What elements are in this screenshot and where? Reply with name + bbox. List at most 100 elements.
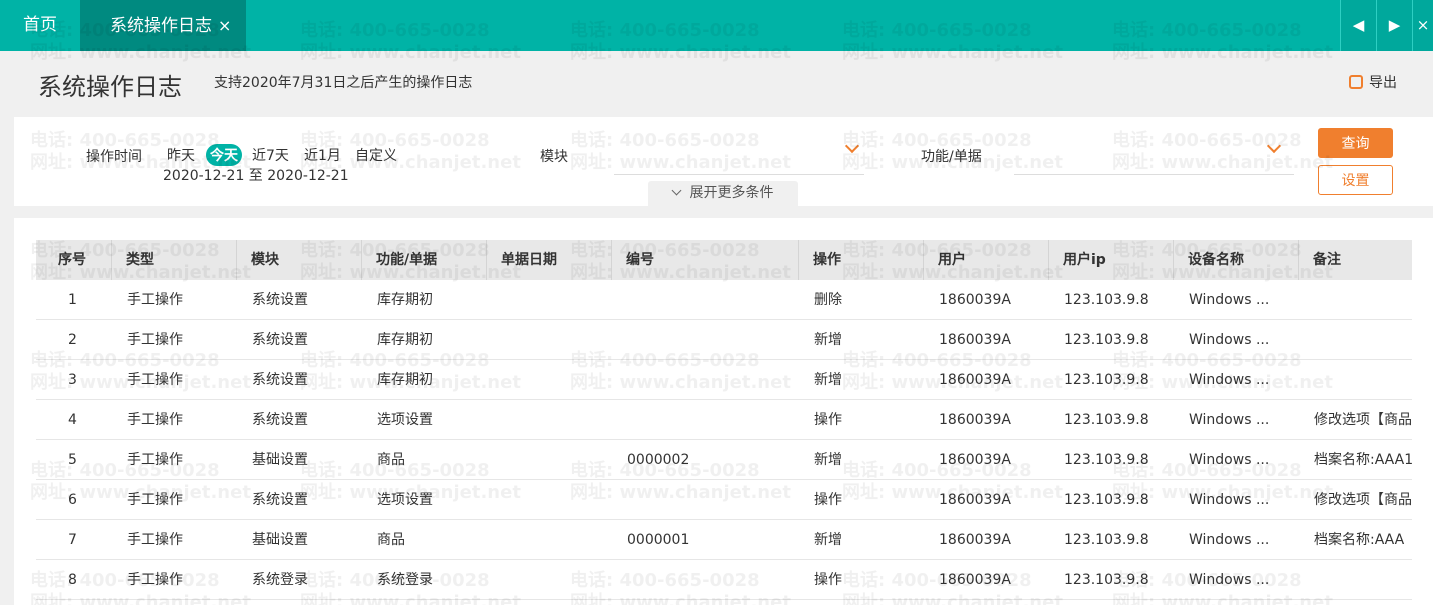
- cell-code: [611, 320, 798, 360]
- cell-doc-date: [486, 560, 611, 600]
- column-header-user[interactable]: 用户: [923, 240, 1048, 280]
- cell-module: 系统登录: [252, 572, 308, 588]
- quick-last-7-days[interactable]: 近7天: [252, 145, 289, 165]
- cell-doc-date: [486, 440, 611, 480]
- column-header-module[interactable]: 模块: [236, 240, 361, 280]
- column-header-user-ip[interactable]: 用户ip: [1048, 240, 1173, 280]
- cell-function: 库存期初: [377, 292, 433, 308]
- cell-device: Windows ...: [1189, 492, 1270, 508]
- export-icon: [1349, 75, 1363, 89]
- export-label: 导出: [1369, 75, 1397, 91]
- table-row[interactable]: 8 手工操作 系统登录 系统登录 操作 1860039A 123.103.9.8 Window…: [36, 560, 1412, 600]
- expand-more-conditions[interactable]: 展开更多条件: [648, 181, 798, 206]
- module-select[interactable]: [614, 174, 864, 175]
- cell-device: Windows ...: [1189, 372, 1270, 388]
- table-row[interactable]: 1 手工操作 系统设置 库存期初 删除 1860039A 123.103.9.8 Window…: [36, 280, 1412, 320]
- column-header-function[interactable]: 功能/单据: [361, 240, 486, 280]
- cell-user: 1860039A: [939, 332, 1011, 348]
- module-chevron-down-icon[interactable]: [844, 138, 860, 154]
- cell-type: 手工操作: [127, 492, 183, 508]
- module-label: 模块: [540, 149, 568, 165]
- date-range-display[interactable]: 2020-12-21 至 2020-12-21: [163, 165, 349, 185]
- cell-module: 系统设置: [252, 372, 308, 388]
- cell-user-ip: 123.103.9.8: [1064, 532, 1149, 548]
- column-header-device[interactable]: 设备名称: [1173, 240, 1298, 280]
- quick-today[interactable]: 今天: [206, 144, 242, 166]
- cell-code: [611, 360, 798, 400]
- cell-action: 新增: [814, 532, 842, 548]
- operation-time-label: 操作时间: [86, 149, 142, 165]
- cell-remark: 修改选项【商品: [1314, 412, 1412, 428]
- cell-user: 1860039A: [939, 572, 1011, 588]
- quick-custom[interactable]: 自定义: [355, 145, 397, 165]
- tab-home[interactable]: 首页: [0, 0, 80, 51]
- close-icon[interactable]: ×: [218, 16, 231, 35]
- cell-action: 操作: [814, 572, 842, 588]
- cell-remark: [1298, 560, 1412, 600]
- cell-remark: 档案名称:AAA: [1314, 532, 1405, 548]
- cell-type: 手工操作: [127, 332, 183, 348]
- query-button[interactable]: 查询: [1318, 128, 1393, 158]
- cell-function: 商品: [377, 452, 405, 468]
- cell-user-ip: 123.103.9.8: [1064, 572, 1149, 588]
- cell-seq: 8: [68, 572, 77, 588]
- cell-user: 1860039A: [939, 412, 1011, 428]
- cell-type: 手工操作: [127, 572, 183, 588]
- cell-module: 系统设置: [252, 492, 308, 508]
- column-header-type[interactable]: 类型: [111, 240, 236, 280]
- close-all-tabs-icon[interactable]: ×: [1412, 0, 1433, 51]
- column-header-action[interactable]: 操作: [798, 240, 923, 280]
- cell-code: [611, 280, 798, 320]
- tab-scroll-left-icon[interactable]: ◀: [1340, 0, 1376, 51]
- cell-doc-date: [486, 480, 611, 520]
- cell-type: 手工操作: [127, 412, 183, 428]
- cell-remark: 档案名称:AAA1: [1314, 452, 1412, 468]
- table-row[interactable]: 6 手工操作 系统设置 选项设置 操作 1860039A 123.103.9.8 Window…: [36, 480, 1412, 520]
- column-header-doc-date[interactable]: 单据日期: [486, 240, 611, 280]
- table-row[interactable]: 3 手工操作 系统设置 库存期初 新增 1860039A 123.103.9.8 Window…: [36, 360, 1412, 400]
- cell-code: [611, 560, 798, 600]
- cell-action: 操作: [814, 492, 842, 508]
- page-subtitle: 支持2020年7月31日之后产生的操作日志: [214, 75, 473, 91]
- cell-action: 新增: [814, 372, 842, 388]
- quick-yesterday[interactable]: 昨天: [167, 145, 195, 165]
- function-chevron-down-icon[interactable]: [1266, 138, 1282, 154]
- expand-label: 展开更多条件: [689, 185, 774, 201]
- tab-operation-log-label: 系统操作日志: [110, 16, 212, 36]
- cell-user: 1860039A: [939, 372, 1011, 388]
- cell-user-ip: 123.103.9.8: [1064, 372, 1149, 388]
- cell-doc-date: [486, 520, 611, 560]
- cell-remark: [1298, 280, 1412, 320]
- tab-bar: 首页 系统操作日志 × ◀ ▶ ×: [0, 0, 1433, 51]
- export-button[interactable]: 导出: [1349, 72, 1397, 92]
- cell-device: Windows ...: [1189, 412, 1270, 428]
- cell-seq: 4: [68, 412, 77, 428]
- function-select[interactable]: [1014, 174, 1294, 175]
- cell-doc-date: [486, 280, 611, 320]
- column-header-seq[interactable]: 序号: [36, 240, 111, 280]
- quick-last-month[interactable]: 近1月: [304, 145, 341, 165]
- cell-remark: [1298, 320, 1412, 360]
- cell-type: 手工操作: [127, 532, 183, 548]
- table-row[interactable]: 4 手工操作 系统设置 选项设置 操作 1860039A 123.103.9.8 Window…: [36, 400, 1412, 440]
- table-row[interactable]: 2 手工操作 系统设置 库存期初 新增 1860039A 123.103.9.8 Window…: [36, 320, 1412, 360]
- cell-code: [611, 480, 798, 520]
- tab-scroll-right-icon[interactable]: ▶: [1376, 0, 1412, 51]
- function-label: 功能/单据: [921, 149, 982, 165]
- column-header-code[interactable]: 编号: [611, 240, 798, 280]
- column-header-remark[interactable]: 备注: [1298, 240, 1412, 280]
- table-row[interactable]: 5 手工操作 基础设置 商品 0000002 新增 1860039A 123.103.9.8 W…: [36, 440, 1412, 480]
- cell-type: 手工操作: [127, 452, 183, 468]
- cell-module: 系统设置: [252, 292, 308, 308]
- table-row[interactable]: 7 手工操作 基础设置 商品 0000001 新增 1860039A 123.103.9.8 W…: [36, 520, 1412, 560]
- cell-function: 系统登录: [377, 572, 433, 588]
- cell-user: 1860039A: [939, 532, 1011, 548]
- settings-button[interactable]: 设置: [1318, 165, 1393, 195]
- cell-module: 基础设置: [252, 452, 308, 468]
- cell-code: 0000002: [627, 452, 690, 468]
- cell-device: Windows ...: [1189, 572, 1270, 588]
- page-title: 系统操作日志: [38, 73, 182, 101]
- cell-device: Windows ...: [1189, 452, 1270, 468]
- cell-seq: 7: [68, 532, 77, 548]
- tab-operation-log[interactable]: 系统操作日志 ×: [80, 0, 246, 51]
